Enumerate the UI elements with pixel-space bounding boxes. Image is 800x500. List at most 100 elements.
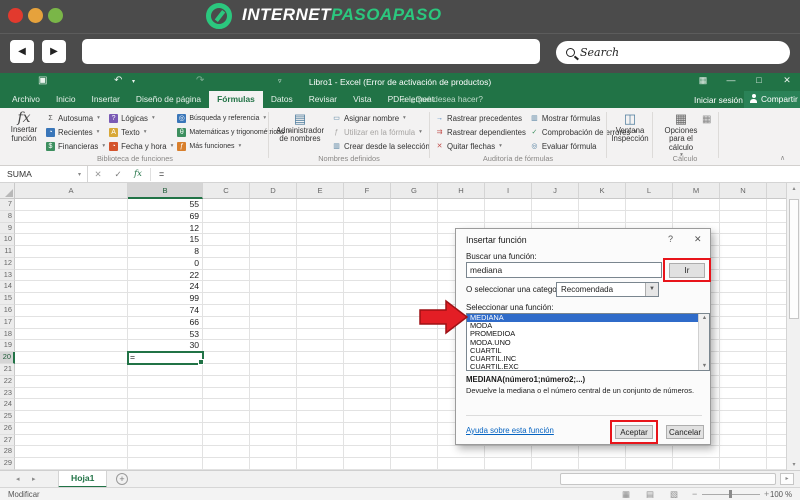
cell-N16[interactable] bbox=[720, 305, 767, 317]
next-sheet-icon[interactable]: ▸ bbox=[32, 475, 36, 483]
page-break-view-icon[interactable]: ▧ bbox=[670, 489, 678, 500]
cell-C16[interactable] bbox=[203, 305, 250, 317]
cell-D25[interactable] bbox=[250, 411, 297, 423]
cell-L28[interactable] bbox=[626, 446, 673, 459]
cell-E9[interactable] bbox=[297, 222, 344, 235]
formula-input[interactable]: = bbox=[153, 169, 164, 179]
row-header-21[interactable]: 21 bbox=[0, 363, 15, 376]
cell-A11[interactable] bbox=[15, 246, 128, 258]
row-header-7[interactable]: 7 bbox=[0, 199, 15, 211]
cell-F29[interactable] bbox=[344, 458, 391, 470]
cell-E28[interactable] bbox=[297, 446, 344, 459]
dialog-close-icon[interactable]: ✕ bbox=[694, 234, 702, 245]
cell-N8[interactable] bbox=[720, 210, 767, 223]
cell-N20[interactable] bbox=[720, 352, 767, 364]
cell-B26[interactable] bbox=[128, 422, 203, 435]
cell-D10[interactable] bbox=[250, 234, 297, 247]
cell-D28[interactable] bbox=[250, 446, 297, 459]
cell-N27[interactable] bbox=[720, 434, 767, 447]
cell-A23[interactable] bbox=[15, 387, 128, 400]
cell-F24[interactable] bbox=[344, 399, 391, 412]
cell-C26[interactable] bbox=[203, 422, 250, 435]
cell-E14[interactable] bbox=[297, 281, 344, 294]
cell-G26[interactable] bbox=[391, 422, 438, 435]
ribbon-button-lógicas[interactable]: ? Lógicas ▾ bbox=[107, 111, 175, 125]
cell-N13[interactable] bbox=[720, 269, 767, 282]
cell-B29[interactable] bbox=[128, 458, 203, 470]
cell-B24[interactable] bbox=[128, 399, 203, 412]
cell-L8[interactable] bbox=[626, 210, 673, 223]
column-header-J[interactable]: J bbox=[532, 183, 579, 199]
row-header-23[interactable]: 23 bbox=[0, 387, 15, 400]
cell-E8[interactable] bbox=[297, 210, 344, 223]
cell-N21[interactable] bbox=[720, 363, 767, 376]
cell-G13[interactable] bbox=[391, 269, 438, 282]
cell-J29[interactable] bbox=[532, 458, 579, 470]
cell-F23[interactable] bbox=[344, 387, 391, 400]
vertical-scroll-thumb[interactable] bbox=[789, 199, 799, 319]
cell-H29[interactable] bbox=[438, 458, 485, 470]
cell-F22[interactable] bbox=[344, 375, 391, 388]
cell-N19[interactable] bbox=[720, 340, 767, 353]
scroll-right-icon[interactable]: ▸ bbox=[780, 473, 794, 485]
cell-C20[interactable] bbox=[203, 352, 250, 364]
cell-J28[interactable] bbox=[532, 446, 579, 459]
cell-H8[interactable] bbox=[438, 210, 485, 223]
cell-G24[interactable] bbox=[391, 399, 438, 412]
cell-D19[interactable] bbox=[250, 340, 297, 353]
tab-datos[interactable]: Datos bbox=[263, 91, 301, 108]
cell-D12[interactable] bbox=[250, 257, 297, 270]
cell-F20[interactable] bbox=[344, 352, 391, 364]
cell-C15[interactable] bbox=[203, 293, 250, 306]
normal-view-icon[interactable]: ▦ bbox=[622, 489, 630, 500]
cell-N10[interactable] bbox=[720, 234, 767, 247]
cell-C18[interactable] bbox=[203, 328, 250, 341]
cell-G12[interactable] bbox=[391, 257, 438, 270]
cell-B7[interactable]: 55 bbox=[128, 199, 203, 211]
cell-B16[interactable]: 74 bbox=[128, 305, 203, 317]
cell-A17[interactable] bbox=[15, 316, 128, 329]
cell-B8[interactable]: 69 bbox=[128, 210, 203, 223]
cell-F17[interactable] bbox=[344, 316, 391, 329]
ribbon-button-rastrear-dependientes[interactable]: ⇉ Rastrear dependientes bbox=[433, 125, 528, 139]
cell-C29[interactable] bbox=[203, 458, 250, 470]
minimize-icon[interactable]: — bbox=[722, 75, 740, 85]
cell-E22[interactable] bbox=[297, 375, 344, 388]
cell-A9[interactable] bbox=[15, 222, 128, 235]
window-dot-orange[interactable] bbox=[28, 8, 43, 23]
tab-vista[interactable]: Vista bbox=[345, 91, 379, 108]
row-header-18[interactable]: 18 bbox=[0, 328, 15, 341]
window-dot-green[interactable] bbox=[48, 8, 63, 23]
cell-A16[interactable] bbox=[15, 305, 128, 317]
cell-G21[interactable] bbox=[391, 363, 438, 376]
row-header-9[interactable]: 9 bbox=[0, 222, 15, 235]
add-sheet-icon[interactable]: + bbox=[116, 473, 128, 485]
column-header-G[interactable]: G bbox=[391, 183, 438, 199]
scroll-down-icon[interactable]: ▾ bbox=[787, 461, 800, 468]
cell-D22[interactable] bbox=[250, 375, 297, 388]
zoom-in-icon[interactable]: + bbox=[764, 489, 769, 499]
cell-C17[interactable] bbox=[203, 316, 250, 329]
column-header-N[interactable]: N bbox=[720, 183, 767, 199]
calculation-options-button[interactable]: ▦ Opciones para el cálculo ▾ bbox=[656, 111, 706, 158]
cell-D20[interactable] bbox=[250, 352, 297, 364]
cell-E7[interactable] bbox=[297, 199, 344, 211]
cell-A25[interactable] bbox=[15, 411, 128, 423]
cell-G14[interactable] bbox=[391, 281, 438, 294]
function-item-cuartil-exc[interactable]: CUARTIL.EXC bbox=[467, 362, 709, 370]
tab-archivo[interactable]: Archivo bbox=[4, 91, 48, 108]
cell-M28[interactable] bbox=[673, 446, 720, 459]
cell-D29[interactable] bbox=[250, 458, 297, 470]
cell-B12[interactable]: 0 bbox=[128, 257, 203, 270]
row-header-22[interactable]: 22 bbox=[0, 375, 15, 388]
column-header-E[interactable]: E bbox=[297, 183, 344, 199]
cell-L7[interactable] bbox=[626, 199, 673, 211]
cell-F15[interactable] bbox=[344, 293, 391, 306]
cell-A12[interactable] bbox=[15, 257, 128, 270]
cell-C23[interactable] bbox=[203, 387, 250, 400]
cell-A27[interactable] bbox=[15, 434, 128, 447]
cell-C24[interactable] bbox=[203, 399, 250, 412]
cell-G22[interactable] bbox=[391, 375, 438, 388]
cell-E27[interactable] bbox=[297, 434, 344, 447]
column-header-M[interactable]: M bbox=[673, 183, 720, 199]
